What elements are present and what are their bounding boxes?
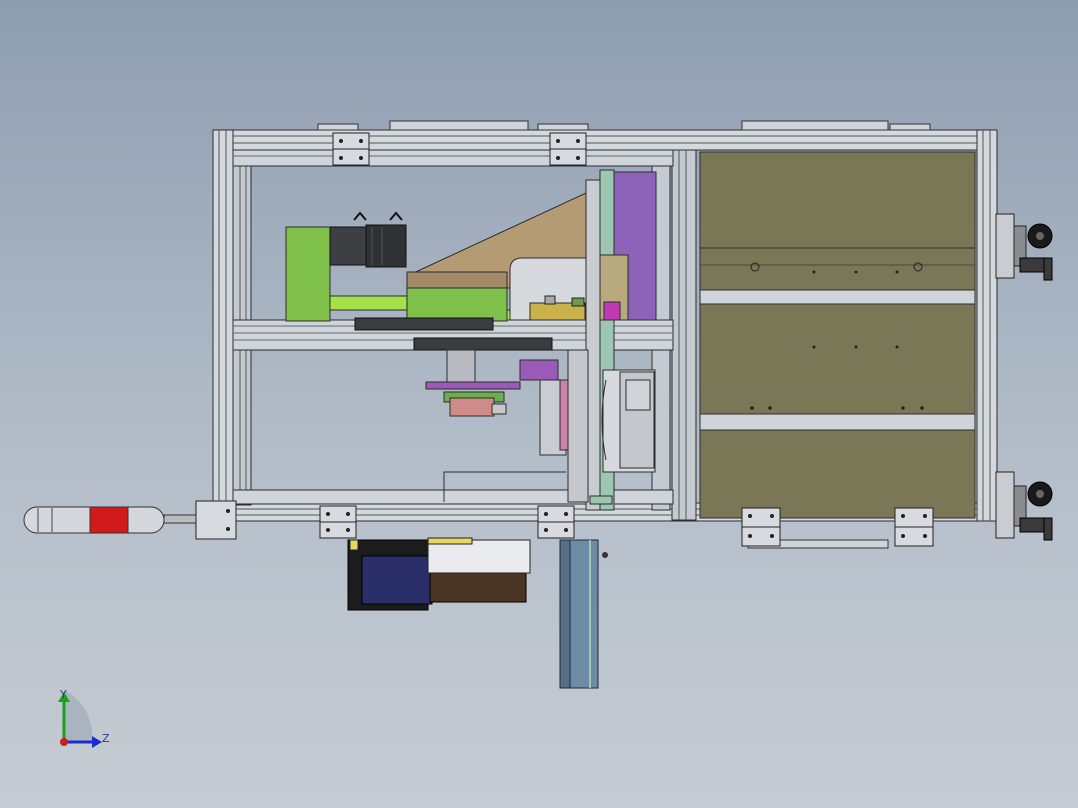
hinge-bottom-2[interactable] [537,505,575,539]
cylinder-assembly[interactable] [601,369,656,473]
hinge-bottom-1[interactable] [319,505,357,539]
z-axis-label: Z [102,732,110,745]
caster-wheel-top[interactable] [995,213,1053,281]
right-compartment-panels[interactable] [699,151,976,519]
hanging-motor-unit[interactable] [347,537,531,611]
orientation-triad: Y Z [44,680,124,760]
cad-graphics-area[interactable]: Y Z [0,0,1078,808]
pick-and-place-head[interactable] [425,349,521,417]
hinge-bottom-4[interactable] [894,507,934,547]
servo-motor[interactable] [329,211,407,268]
caster-wheel-bottom[interactable] [995,471,1053,541]
signal-tower-lamp[interactable] [23,500,237,540]
hinge-bottom-3[interactable] [741,507,781,547]
machine-assembly-view[interactable] [0,0,1078,808]
hanging-blue-plate[interactable] [559,539,608,689]
hinge-top-left[interactable] [332,132,370,166]
frame-top-rail[interactable] [212,120,998,151]
hinge-top-center[interactable] [549,132,587,166]
vertical-actuator[interactable] [519,349,589,503]
x-axis-dot-icon [60,738,68,746]
y-axis-label: Y [60,688,67,701]
